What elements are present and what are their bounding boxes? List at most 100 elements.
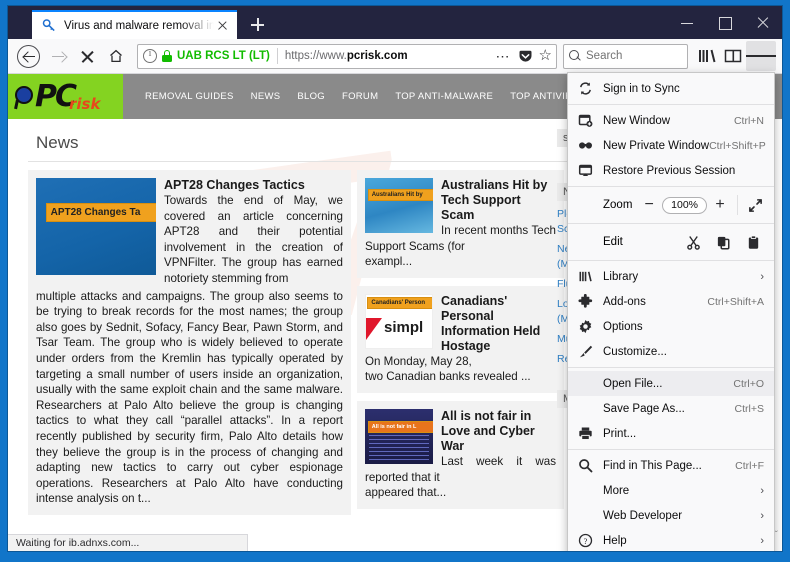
menu-item-label: Save Page As... xyxy=(603,402,685,415)
zoom-label: Zoom xyxy=(603,199,633,211)
close-icon[interactable] xyxy=(744,6,782,39)
sidebar-icon[interactable] xyxy=(720,43,746,69)
chevron-right-icon: › xyxy=(760,509,764,522)
hamburger-icon[interactable] xyxy=(746,41,776,71)
browser-window: Virus and malware removal ins UAB RCS LT… xyxy=(8,6,782,551)
menu-item-print[interactable]: Print... xyxy=(568,421,774,446)
menu-item-shortcut: Ctrl+O xyxy=(733,377,764,390)
article-thumbnail[interactable]: All is not fair in L xyxy=(365,408,433,464)
site-info-icon[interactable] xyxy=(143,48,157,63)
browser-tab[interactable]: Virus and malware removal ins xyxy=(32,10,237,39)
menu-item-more[interactable]: More › xyxy=(568,478,774,503)
tab-bar: Virus and malware removal ins xyxy=(8,6,782,39)
menu-item-find-in-this-page[interactable]: Find in This Page... Ctrl+F xyxy=(568,453,774,478)
maximize-icon[interactable] xyxy=(706,6,744,39)
minimize-icon[interactable] xyxy=(668,6,706,39)
article-column-right: Australians Hit by Australians Hit by Te… xyxy=(357,170,564,523)
status-bar: Waiting for ib.adnxs.com... xyxy=(8,534,248,551)
menu-item-open-file[interactable]: Open File... Ctrl+O xyxy=(568,371,774,396)
article-thumbnail[interactable]: APT28 Changes Ta xyxy=(36,178,156,275)
sidebar-item-top-anti-malware[interactable]: TOP ANTI-MALWARE xyxy=(395,91,493,102)
menu-item-shortcut: Ctrl+F xyxy=(735,459,764,472)
menu-item-help[interactable]: ? Help › xyxy=(568,528,774,551)
menu-item-new-private-window[interactable]: New Private Window Ctrl+Shift+P xyxy=(568,133,774,158)
divider xyxy=(737,195,738,215)
library-icon[interactable] xyxy=(694,43,720,69)
article-card[interactable]: All is not fair in L All is not fair in … xyxy=(357,400,564,509)
fullscreen-icon[interactable] xyxy=(742,193,768,217)
menu-separator xyxy=(568,260,774,261)
decorative-shape xyxy=(369,434,429,461)
menu-item-label: New Private Window xyxy=(603,139,710,152)
article-card[interactable]: APT28 Changes Ta APT28 Changes Tactics T… xyxy=(28,170,351,515)
article-thumbnail[interactable]: Australians Hit by xyxy=(365,178,433,233)
scroll-down-indicator[interactable]: ˇ xyxy=(775,530,778,541)
sync-icon xyxy=(577,80,594,97)
sidebar-item-removal-guides[interactable]: REMOVAL GUIDES xyxy=(145,91,234,102)
sidebar-item-blog[interactable]: BLOG xyxy=(297,91,325,102)
menu-item-sign-in-to-sync[interactable]: Sign in to Sync xyxy=(568,76,774,101)
menu-edit-row: Edit xyxy=(568,227,774,257)
home-icon[interactable] xyxy=(102,42,130,70)
url-divider xyxy=(276,48,278,64)
search-input[interactable]: Search xyxy=(563,43,688,69)
url-domain: pcrisk.com xyxy=(346,50,408,62)
search-placeholder: Search xyxy=(586,50,623,62)
zoom-out-button[interactable]: − xyxy=(636,193,662,217)
sidebar-item-news[interactable]: NEWS xyxy=(251,91,281,102)
zoom-in-button[interactable]: + xyxy=(707,193,733,217)
article-card[interactable]: Canadians' Person simpl Canadians' Perso… xyxy=(357,285,564,393)
menu-separator xyxy=(568,449,774,450)
article-thumbnail[interactable]: Canadians' Person simpl xyxy=(365,293,433,349)
url-bar[interactable]: UAB RCS LT (LT) https://www.pcrisk.com ⋯… xyxy=(137,43,557,69)
paste-icon[interactable] xyxy=(738,230,768,254)
article-excerpt-rest: multiple attacks and campaigns. The grou… xyxy=(36,289,343,506)
menu-item-label: Find in This Page... xyxy=(603,459,702,472)
thumbnail-caption: All is not fair in L xyxy=(367,421,433,434)
zoom-level-value[interactable]: 100% xyxy=(662,196,707,214)
chevron-right-icon: › xyxy=(760,484,764,497)
menu-zoom-row: Zoom − 100% + xyxy=(568,190,774,220)
tab-close-icon[interactable] xyxy=(214,17,231,34)
new-tab-button[interactable] xyxy=(241,10,274,39)
menu-item-web-developer[interactable]: Web Developer › xyxy=(568,503,774,528)
menu-item-add-ons[interactable]: Add-ons Ctrl+Shift+A xyxy=(568,289,774,314)
article-excerpt-top: On Monday, May 28, xyxy=(365,354,472,368)
menu-item-save-page-as[interactable]: Save Page As... Ctrl+S xyxy=(568,396,774,421)
article-card[interactable]: Australians Hit by Australians Hit by Te… xyxy=(357,170,564,278)
menu-item-label: Sign in to Sync xyxy=(603,82,680,95)
sidebar-item-forum[interactable]: FORUM xyxy=(342,91,378,102)
thumbnail-caption: Canadians' Person xyxy=(367,296,432,309)
menu-item-label: New Window xyxy=(603,114,671,127)
magnifier-logo-icon xyxy=(13,85,35,109)
star-icon[interactable]: ☆ xyxy=(539,48,552,63)
addons-icon xyxy=(577,293,594,310)
forward-arrow-icon[interactable] xyxy=(44,42,72,70)
menu-separator xyxy=(568,104,774,105)
menu-item-restore-previous-session[interactable]: Restore Previous Session xyxy=(568,158,774,183)
cut-icon[interactable] xyxy=(678,230,708,254)
logo-risk-text: risk xyxy=(69,95,101,113)
menu-item-new-window[interactable]: New Window Ctrl+N xyxy=(568,108,774,133)
pocket-icon[interactable] xyxy=(518,49,532,64)
menu-item-label: Print... xyxy=(603,427,637,440)
tab-strip: Virus and malware removal ins xyxy=(32,6,274,39)
menu-item-customize[interactable]: Customize... xyxy=(568,339,774,364)
menu-separator xyxy=(568,367,774,368)
article-excerpt-rest: appeared that... xyxy=(365,486,447,500)
copy-icon[interactable] xyxy=(708,230,738,254)
menu-item-shortcut: Ctrl+Shift+A xyxy=(707,295,764,308)
menu-item-options[interactable]: Options xyxy=(568,314,774,339)
pcrisk-logo[interactable]: PC risk xyxy=(8,74,123,119)
chevron-right-icon: › xyxy=(760,534,764,547)
back-arrow-icon[interactable] xyxy=(17,44,40,68)
stop-icon[interactable] xyxy=(73,42,101,70)
menu-item-shortcut: Ctrl+Shift+P xyxy=(709,139,766,152)
menu-separator xyxy=(568,223,774,224)
printer-icon xyxy=(577,425,594,442)
ellipsis-icon[interactable]: ⋯ xyxy=(496,49,511,63)
tab-title: Virus and malware removal ins xyxy=(64,19,214,32)
decorative-shape xyxy=(366,317,382,340)
menu-item-library[interactable]: Library › xyxy=(568,264,774,289)
svg-text:?: ? xyxy=(584,536,588,546)
